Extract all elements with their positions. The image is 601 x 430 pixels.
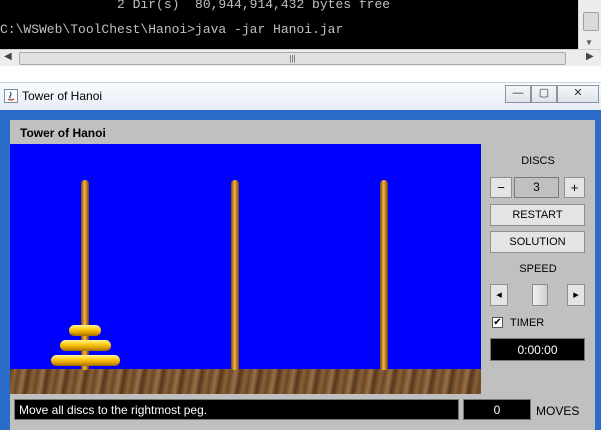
close-button[interactable]: ✕ <box>557 85 599 103</box>
chevron-right-icon[interactable]: ▶ <box>586 51 594 62</box>
status-message: Move all discs to the rightmost peg. <box>14 399 459 420</box>
window-title: Tower of Hanoi <box>22 89 103 103</box>
disc-medium[interactable] <box>60 340 111 351</box>
increase-discs-button[interactable]: + <box>564 177 585 198</box>
disc-large[interactable] <box>51 355 120 366</box>
board-floor <box>10 369 481 394</box>
peg-middle[interactable] <box>231 180 239 370</box>
timer-label: TIMER <box>510 317 545 329</box>
chevron-right-icon[interactable]: ▸ <box>567 284 585 306</box>
speed-slider-thumb[interactable] <box>532 284 548 306</box>
timer-display: 0:00:00 <box>490 338 585 361</box>
console-horizontal-scrollbar[interactable]: ◀ ||| ▶ <box>0 49 601 66</box>
game-board[interactable] <box>10 144 481 394</box>
window-title-bar[interactable]: Tower of Hanoi — ▢ ✕ <box>0 82 601 111</box>
solution-button[interactable]: SOLUTION <box>490 231 585 253</box>
chevron-down-icon[interactable]: ▼ <box>585 38 593 47</box>
minimize-button[interactable]: — <box>505 85 531 103</box>
discs-label: DISCS <box>521 155 555 167</box>
console-vertical-scrollbar[interactable]: ▼ <box>578 0 601 49</box>
discs-count-field[interactable]: 3 <box>514 177 559 198</box>
speed-label: SPEED <box>519 263 557 275</box>
maximize-button[interactable]: ▢ <box>531 85 557 103</box>
chevron-left-icon[interactable]: ◂ <box>490 284 508 306</box>
restart-button[interactable]: RESTART <box>490 204 585 226</box>
moves-counter: 0 <box>463 399 531 420</box>
console-line-free-space: 2 Dir(s) 80,944,914,432 bytes free <box>0 0 391 12</box>
desktop-gap <box>0 66 601 82</box>
panel-title: Tower of Hanoi <box>20 126 106 140</box>
console-output: 2 Dir(s) 80,944,914,432 bytes free C:\WS… <box>0 0 578 49</box>
decrease-discs-button[interactable]: − <box>490 177 512 198</box>
timer-checkbox[interactable]: ✔ <box>492 317 503 328</box>
chevron-left-icon[interactable]: ◀ <box>4 51 12 62</box>
moves-label: MOVES <box>536 404 580 418</box>
peg-right[interactable] <box>380 180 388 370</box>
console-horizontal-scroll-thumb[interactable]: ||| <box>19 52 566 65</box>
disc-small[interactable] <box>69 325 101 336</box>
console-vertical-scroll-thumb[interactable] <box>583 12 599 31</box>
java-icon <box>4 89 18 103</box>
console-line-command: C:\WSWeb\ToolChest\Hanoi>java -jar Hanoi… <box>0 22 344 37</box>
